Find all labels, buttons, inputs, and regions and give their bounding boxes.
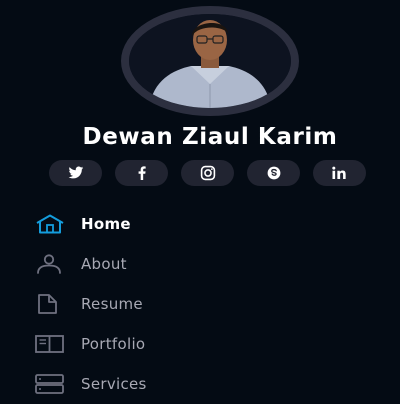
profile-photo (121, 6, 299, 116)
skype-link[interactable] (247, 160, 300, 186)
twitter-icon (68, 166, 83, 179)
server-icon (35, 372, 65, 396)
nav-menu: Home About Resume Portfolio Services (35, 204, 147, 404)
nav-label-home: Home (81, 215, 131, 233)
nav-item-portfolio[interactable]: Portfolio (35, 324, 147, 364)
nav-item-home[interactable]: Home (35, 204, 147, 244)
facebook-link[interactable] (115, 160, 168, 186)
linkedin-icon (331, 166, 346, 179)
social-links (49, 160, 366, 186)
profile-photo-image (129, 14, 291, 108)
nav-label-services: Services (81, 375, 147, 393)
nav-item-resume[interactable]: Resume (35, 284, 147, 324)
home-icon (35, 212, 65, 236)
nav-label-portfolio: Portfolio (81, 335, 146, 353)
twitter-link[interactable] (49, 160, 102, 186)
instagram-link[interactable] (181, 160, 234, 186)
nav-item-services[interactable]: Services (35, 364, 147, 404)
book-icon (35, 332, 65, 356)
facebook-icon (138, 166, 146, 180)
nav-label-resume: Resume (81, 295, 143, 313)
user-icon (35, 252, 65, 276)
linkedin-link[interactable] (313, 160, 366, 186)
instagram-icon (200, 165, 215, 181)
skype-icon (267, 166, 280, 180)
file-icon (35, 292, 65, 316)
nav-label-about: About (81, 255, 127, 273)
profile-name: Dewan Ziaul Karim (82, 124, 338, 150)
nav-item-about[interactable]: About (35, 244, 147, 284)
